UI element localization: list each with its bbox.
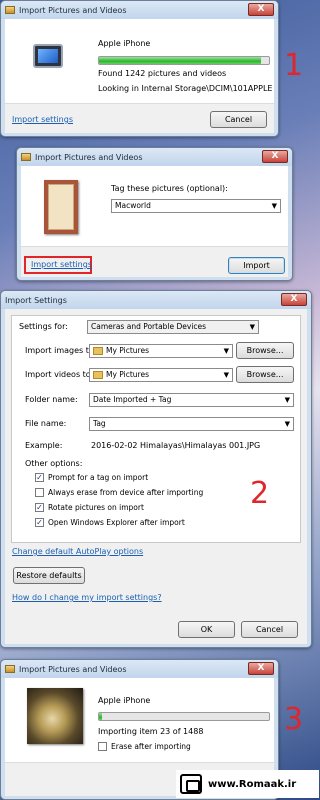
dialog-titlebar: Import Settings X	[1, 291, 311, 309]
close-button[interactable]: X	[281, 293, 307, 306]
import-progress-bar	[98, 712, 270, 721]
option-label: Always erase from device after importing	[48, 488, 204, 497]
folder-name-select[interactable]: Date Imported + Tag ▼	[89, 393, 294, 407]
dialog-title: Import Settings	[5, 295, 67, 305]
app-icon	[5, 6, 15, 14]
dialog-title: Import Pictures and Videos	[19, 5, 127, 15]
dialog-titlebar: Import Pictures and Videos X	[17, 148, 292, 166]
import-images-value: My Pictures	[106, 346, 149, 355]
import-settings-link[interactable]: Import settings	[12, 115, 73, 124]
dropdown-arrow-icon[interactable]: ▼	[272, 200, 277, 212]
cancel-button[interactable]: Cancel	[210, 111, 267, 128]
settings-for-select[interactable]: Cameras and Portable Devices ▼	[87, 320, 259, 334]
checkbox-box[interactable]: ✓	[35, 503, 44, 512]
import-progress-dialog: Import Pictures and Videos X Apple iPhon…	[0, 0, 279, 137]
example-label: Example:	[25, 441, 63, 450]
dialog-body: Tag these pictures (optional): Macworld …	[21, 166, 288, 246]
cancel-button[interactable]: Cancel	[241, 621, 298, 638]
checkbox-box[interactable]	[98, 742, 107, 751]
file-name-select[interactable]: Tag ▼	[89, 417, 294, 431]
checkbox-box[interactable]: ✓	[35, 518, 44, 527]
tag-value: Macworld	[115, 201, 151, 210]
tag-input[interactable]: Macworld ▼	[111, 199, 281, 213]
example-value: 2016-02-02 Himalayas\Himalayas 001.JPG	[91, 441, 261, 450]
restore-defaults-button[interactable]: Restore defaults	[13, 567, 85, 584]
watermark-site: www.Romaak.ir	[208, 778, 297, 790]
step-number-2: 2	[250, 476, 270, 511]
app-icon	[21, 153, 31, 161]
option-prompt-tag-checkbox[interactable]: ✓ Prompt for a tag on import	[35, 473, 148, 482]
step-number-3: 3	[284, 702, 304, 737]
erase-after-import-checkbox[interactable]: Erase after importing	[98, 742, 191, 751]
other-options-label: Other options:	[25, 459, 83, 468]
option-open-explorer-checkbox[interactable]: ✓ Open Windows Explorer after import	[35, 518, 185, 527]
dialog-title: Import Pictures and Videos	[35, 152, 143, 162]
found-count-text: Found 1242 pictures and videos	[98, 69, 227, 78]
import-videos-value: My Pictures	[106, 370, 149, 379]
file-name-value: Tag	[93, 419, 106, 428]
change-autoplay-link[interactable]: Change default AutoPlay options	[12, 547, 143, 556]
folder-icon	[93, 371, 103, 379]
dropdown-arrow-icon[interactable]: ▼	[250, 321, 255, 333]
browse-images-button[interactable]: Browse...	[236, 342, 294, 359]
browse-videos-button[interactable]: Browse...	[236, 366, 294, 383]
dropdown-arrow-icon[interactable]: ▼	[285, 394, 290, 406]
dialog-footer: Import settings Import	[21, 246, 288, 277]
tag-label: Tag these pictures (optional):	[111, 184, 228, 193]
folder-name-label: Folder name:	[25, 395, 78, 404]
tag-pictures-dialog: Import Pictures and Videos X Tag these p…	[16, 147, 293, 281]
device-icon	[33, 44, 63, 68]
dropdown-arrow-icon[interactable]: ▼	[224, 345, 229, 357]
import-settings-dialog: Import Settings X Settings for: Cameras …	[0, 290, 312, 648]
settings-for-label: Settings for:	[19, 322, 68, 331]
step-number-1: 1	[284, 48, 304, 83]
dialog-titlebar: Import Pictures and Videos X	[1, 1, 278, 19]
device-name: Apple iPhone	[98, 39, 151, 48]
file-name-label: File name:	[25, 419, 67, 428]
app-icon	[5, 665, 15, 673]
watermark: www.Romaak.ir	[176, 770, 319, 798]
dropdown-arrow-icon[interactable]: ▼	[285, 418, 290, 430]
importing-status-text: Importing item 23 of 1488	[98, 727, 204, 736]
erase-label: Erase after importing	[111, 742, 191, 751]
dialog-body: Apple iPhone Importing item 23 of 1488 E…	[5, 678, 274, 762]
checkbox-box[interactable]	[35, 488, 44, 497]
dialog-footer: Import settings Cancel	[5, 103, 274, 133]
dialog-body: Apple iPhone Found 1242 pictures and vid…	[5, 19, 274, 103]
help-link[interactable]: How do I change my import settings?	[12, 593, 162, 602]
ok-button[interactable]: OK	[178, 621, 235, 638]
folder-icon	[93, 347, 103, 355]
close-button[interactable]: X	[248, 3, 274, 16]
device-name: Apple iPhone	[98, 696, 151, 705]
import-settings-link[interactable]: Import settings	[31, 260, 92, 269]
import-images-label: Import images to:	[25, 346, 97, 355]
book-thumbnail-image	[44, 180, 78, 234]
option-always-erase-checkbox[interactable]: Always erase from device after importing	[35, 488, 203, 497]
import-images-select[interactable]: My Pictures ▼	[89, 344, 233, 358]
photo-thumbnail-image	[27, 688, 83, 744]
close-button[interactable]: X	[248, 662, 274, 675]
dialog-titlebar: Import Pictures and Videos X	[1, 660, 278, 678]
import-videos-select[interactable]: My Pictures ▼	[89, 368, 233, 382]
option-label: Rotate pictures on import	[48, 503, 144, 512]
option-label: Open Windows Explorer after import	[48, 518, 185, 527]
checkbox-box[interactable]: ✓	[35, 473, 44, 482]
looking-path-text: Looking in Internal Storage\DCIM\101APPL…	[98, 84, 273, 93]
folder-name-value: Date Imported + Tag	[93, 395, 172, 404]
progress-fill	[99, 57, 261, 64]
option-rotate-checkbox[interactable]: ✓ Rotate pictures on import	[35, 503, 144, 512]
settings-for-value: Cameras and Portable Devices	[91, 322, 207, 331]
option-label: Prompt for a tag on import	[48, 473, 149, 482]
import-videos-label: Import videos to:	[25, 370, 94, 379]
import-progress-bar	[98, 56, 270, 65]
close-button[interactable]: X	[262, 150, 288, 163]
import-button[interactable]: Import	[228, 257, 285, 274]
dropdown-arrow-icon[interactable]: ▼	[224, 369, 229, 381]
progress-fill	[99, 713, 103, 720]
romaak-logo-icon	[180, 774, 202, 794]
dialog-title: Import Pictures and Videos	[19, 664, 127, 674]
